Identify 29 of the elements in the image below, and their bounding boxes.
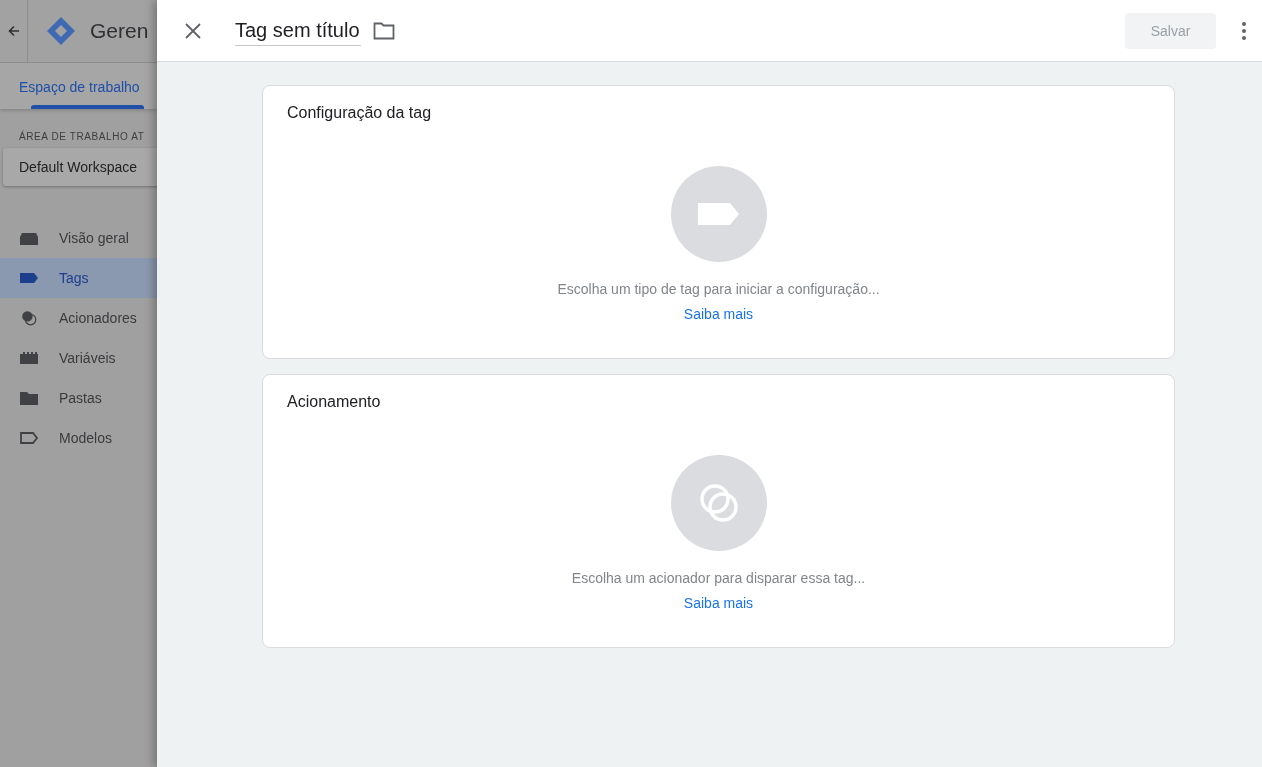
card-title: Configuração da tag bbox=[287, 104, 432, 122]
tag-outline-icon bbox=[19, 430, 39, 446]
empty-prompt: Escolha um tipo de tag para iniciar a configuração... bbox=[557, 281, 880, 297]
nav-item[interactable]: Pastas bbox=[0, 378, 157, 418]
circles-icon bbox=[19, 310, 39, 326]
tag-name-field[interactable]: Tag sem título bbox=[235, 15, 361, 46]
more-menu-icon[interactable] bbox=[1242, 21, 1246, 40]
tag-icon bbox=[19, 270, 39, 286]
tag-icon bbox=[670, 166, 767, 262]
app-title: Geren bbox=[90, 19, 149, 43]
nav-item[interactable]: Acionadores bbox=[0, 298, 157, 338]
workspace-selector[interactable]: Default Workspace bbox=[3, 148, 157, 186]
circles-icon bbox=[670, 455, 767, 551]
folder-icon[interactable] bbox=[373, 21, 395, 40]
nav-item[interactable]: Variáveis bbox=[0, 338, 157, 378]
empty-prompt: Escolha um acionador para disparar essa tag... bbox=[571, 570, 866, 586]
nav-item[interactable]: Visão geral bbox=[0, 218, 157, 258]
learn-more-link[interactable]: Saiba mais bbox=[683, 595, 754, 611]
diamond-logo-icon bbox=[46, 16, 76, 46]
close-icon[interactable] bbox=[183, 20, 203, 41]
learn-more-link[interactable]: Saiba mais bbox=[683, 306, 754, 322]
nav-item[interactable]: Tags bbox=[0, 258, 157, 298]
workspace-label: ÁREA DE TRABALHO AT bbox=[19, 131, 146, 142]
nav-item[interactable]: Modelos bbox=[0, 418, 157, 458]
blocks-icon bbox=[19, 350, 39, 366]
back-arrow-icon[interactable] bbox=[7, 25, 20, 37]
folder-icon bbox=[19, 390, 39, 406]
card-title: Acionamento bbox=[287, 393, 381, 411]
inbox-icon bbox=[19, 230, 39, 246]
